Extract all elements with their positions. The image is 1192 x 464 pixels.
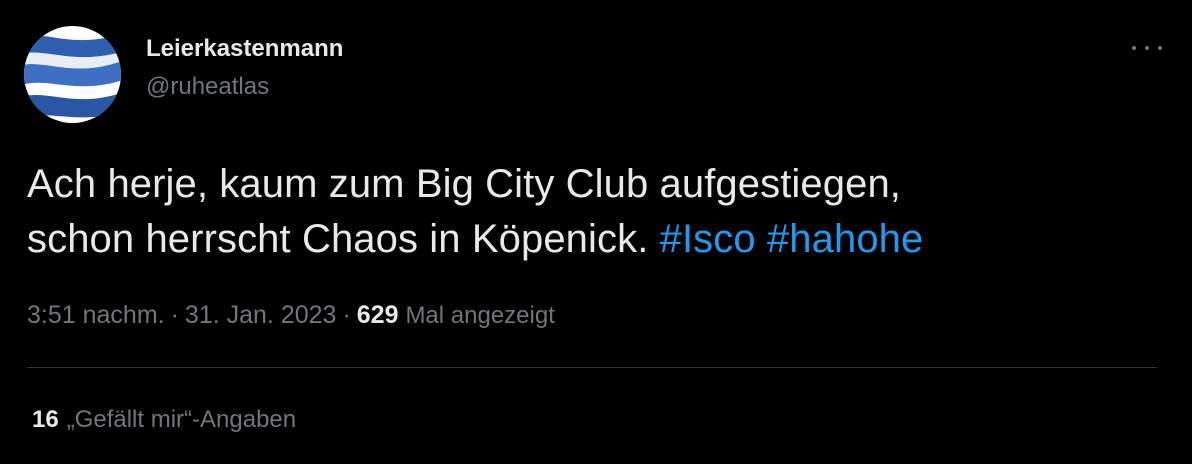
divider (27, 367, 1157, 368)
likes-count: 16 (32, 406, 59, 433)
tweet-card: Leierkastenmann @ruheatlas Ach herje, ka… (0, 0, 1192, 464)
tweet-time[interactable]: 3:51 nachm. (27, 301, 165, 329)
tweet-meta: 3:51 nachm. · 31. Jan. 2023 · 629 Mal angeze… (27, 298, 555, 333)
likes-label: „Gefällt mir“-Angaben (66, 406, 297, 433)
author-handle[interactable]: @ruheatlas (146, 72, 343, 102)
avatar[interactable] (24, 26, 121, 123)
tweet-text: Ach herje, kaum zum Big City Club aufges… (27, 157, 1147, 267)
views-label: Mal angezeigt (405, 302, 555, 329)
flag-avatar-icon (24, 26, 121, 123)
more-dot (1132, 46, 1136, 50)
author-display-name[interactable]: Leierkastenmann (146, 34, 343, 64)
author-block: Leierkastenmann @ruheatlas (146, 34, 343, 102)
tweet-text-line1: Ach herje, kaum zum Big City Club aufges… (27, 162, 902, 206)
hashtag-isco[interactable]: #Isco (660, 217, 756, 261)
more-dot (1145, 46, 1149, 50)
more-dot (1158, 46, 1162, 50)
likes-link[interactable]: 16 „Gefällt mir“-Angaben (32, 404, 296, 436)
tweet-date[interactable]: 31. Jan. 2023 (185, 301, 337, 329)
hashtag-hahohe[interactable]: #hahohe (767, 217, 923, 261)
meta-separator: · (342, 301, 351, 329)
tweet-text-line2: schon herrscht Chaos in Köpenick. (27, 217, 649, 261)
meta-separator: · (170, 301, 179, 329)
more-dots-icon[interactable] (1132, 36, 1162, 60)
views-count: 629 (356, 301, 399, 329)
